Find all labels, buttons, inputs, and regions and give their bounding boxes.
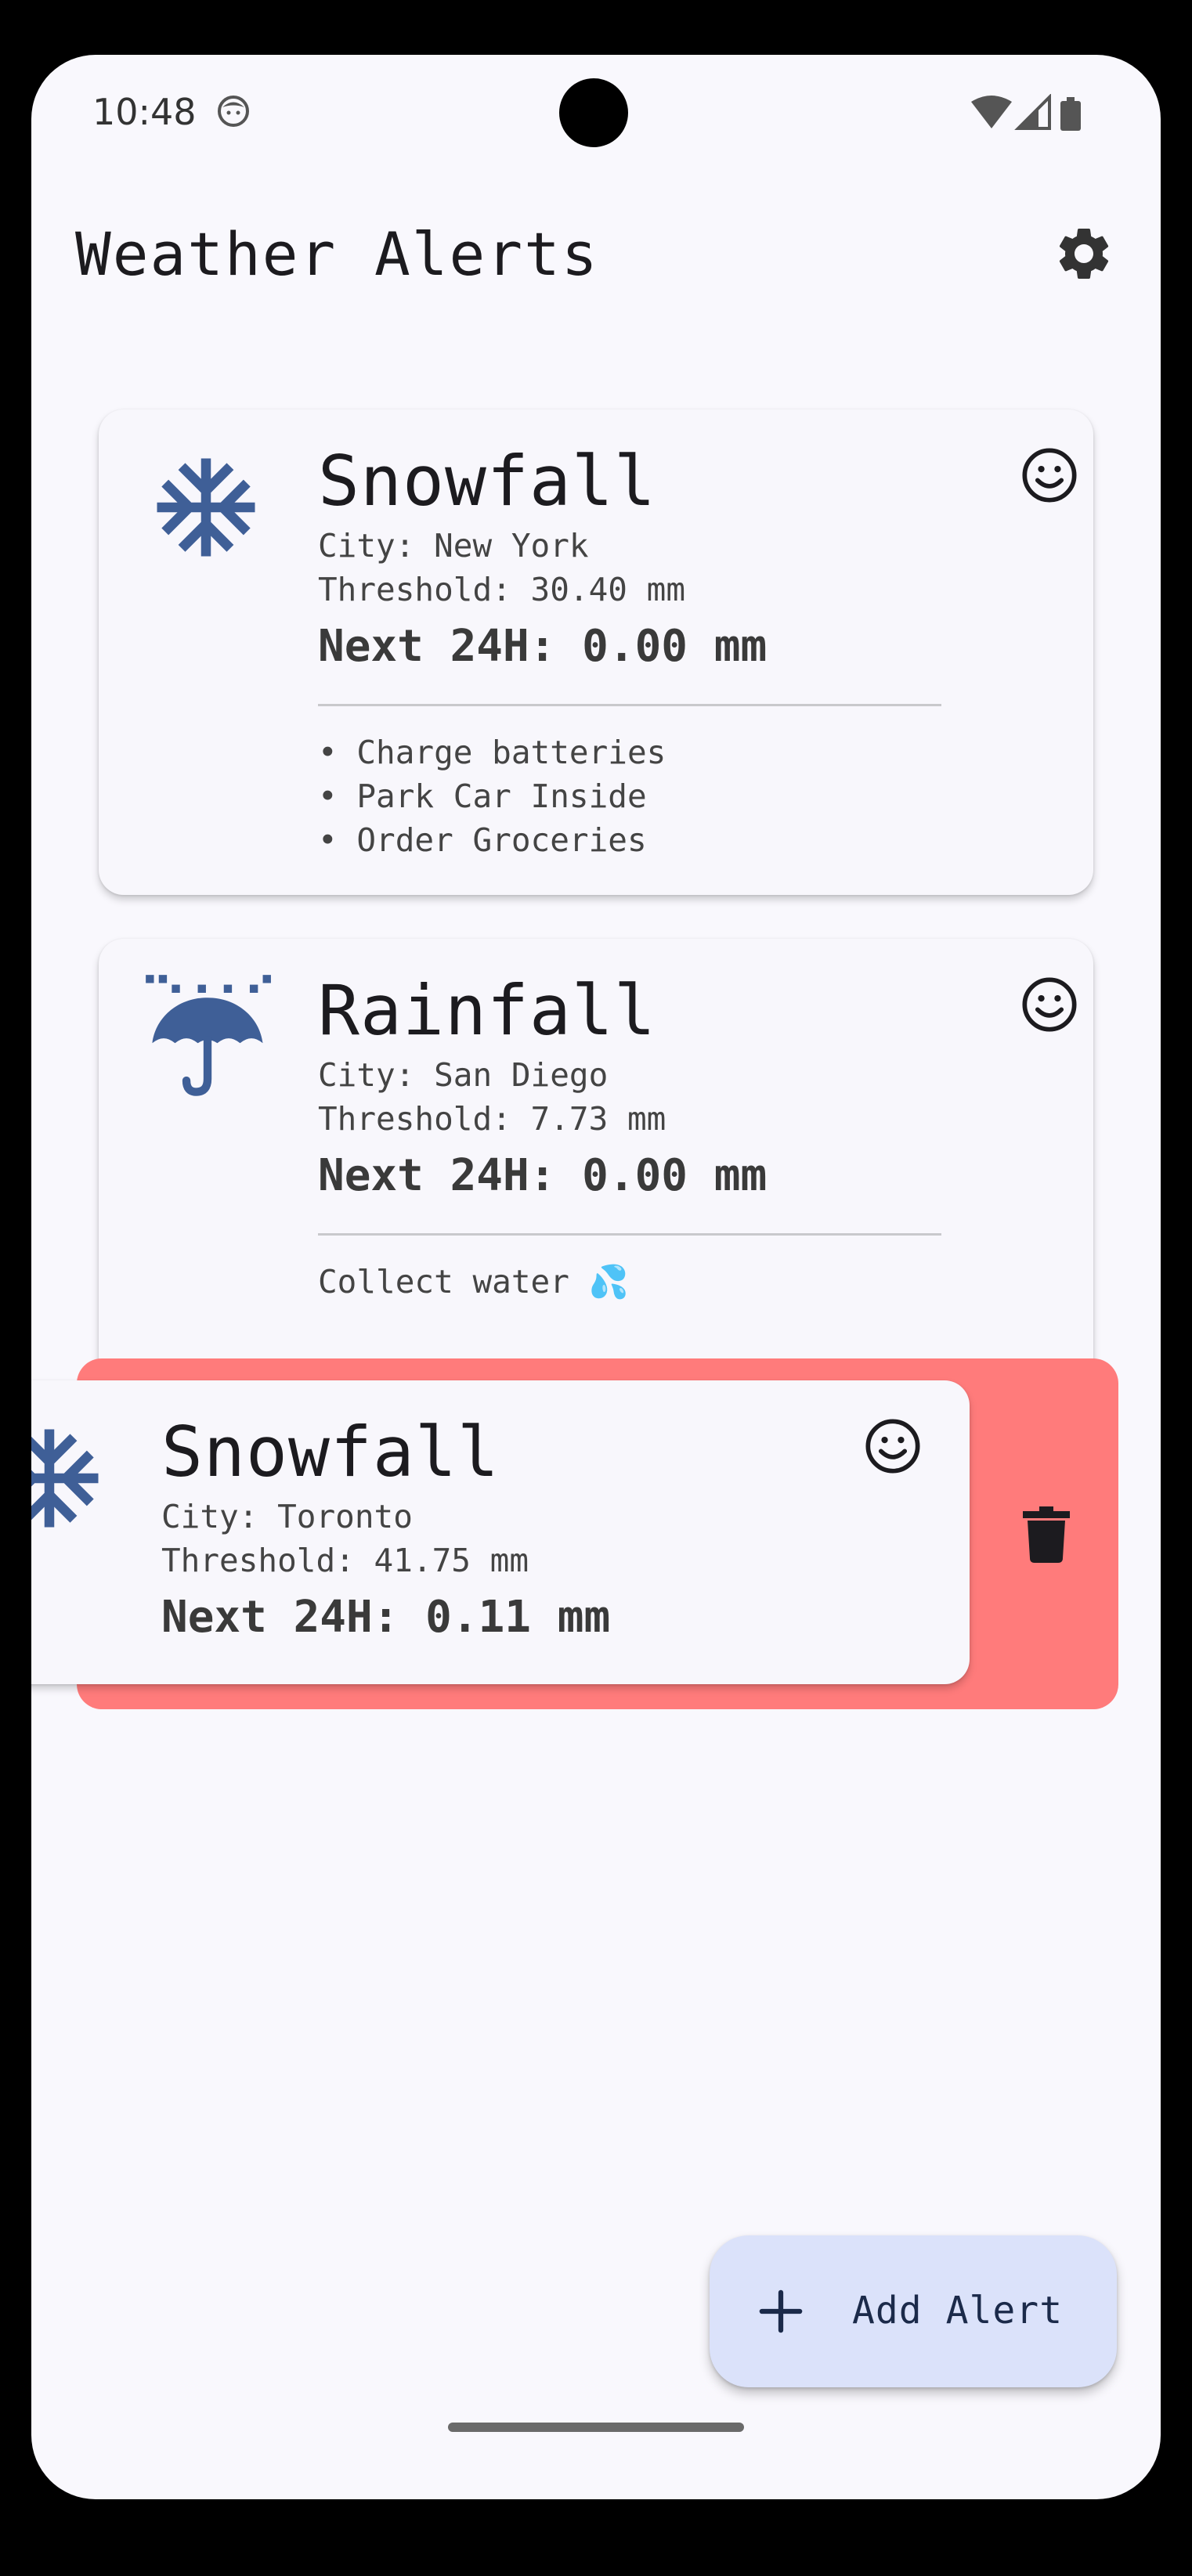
list-item: Park Car Inside [318,774,666,818]
alert-threshold: Threshold: 41.75 mm [161,1542,529,1579]
alert-next-24h: Next 24H: 0.00 mm [318,1150,768,1201]
alert-card-snowfall-new-york[interactable]: Snowfall City: New York Threshold: 30.40… [99,409,1093,895]
card-divider [318,704,941,706]
alert-city: City: Toronto [161,1498,413,1535]
smiley-icon [1022,448,1077,503]
alert-city: City: San Diego [318,1056,609,1094]
list-item: Charge batteries [318,731,666,774]
snowflake-icon [157,458,255,557]
add-alert-button[interactable]: Add Alert [710,2235,1117,2387]
list-item: Order Groceries [318,818,666,862]
wifi-icon [971,96,1012,128]
plus-icon [759,2289,803,2333]
gear-icon[interactable] [1053,222,1115,285]
alert-card-rainfall-san-diego[interactable]: Rainfall City: San Diego Threshold: 7.73… [99,939,1093,1391]
app-screen: 10:48 Weather Alerts Snowfall City: New … [31,55,1161,2499]
alert-next-24h: Next 24H: 0.11 mm [161,1592,611,1643]
alert-note: Collect water 💦 [318,1263,629,1301]
alert-type: Snowfall [318,441,656,521]
home-indicator[interactable] [448,2423,744,2432]
alert-threshold: Threshold: 7.73 mm [318,1100,666,1138]
alert-type: Snowfall [161,1412,500,1492]
phone-frame: 10:48 Weather Alerts Snowfall City: New … [0,0,1192,2576]
alert-city: City: New York [318,527,589,565]
signal-icon [1014,94,1051,130]
action-list: Charge batteries Park Car Inside Order G… [318,731,666,862]
status-time: 10:48 [92,91,197,133]
alert-card-snowfall-toronto[interactable]: Snowfall City: Toronto Threshold: 41.75 … [31,1380,970,1684]
battery-icon [1060,97,1081,131]
add-alert-label: Add Alert [852,2289,1064,2332]
smiley-icon [1022,977,1077,1032]
snowflake-icon [31,1429,99,1528]
alert-type: Rainfall [318,970,656,1051]
front-camera [559,78,628,147]
alert-next-24h: Next 24H: 0.00 mm [318,621,768,672]
face-icon [218,96,249,127]
smiley-icon [865,1419,920,1474]
umbrella-rain-icon [146,975,271,1096]
trash-icon[interactable] [1023,1506,1070,1563]
status-icons [971,94,1081,131]
page-title: Weather Alerts [75,219,599,289]
card-divider [318,1233,941,1236]
alert-threshold: Threshold: 30.40 mm [318,571,685,608]
